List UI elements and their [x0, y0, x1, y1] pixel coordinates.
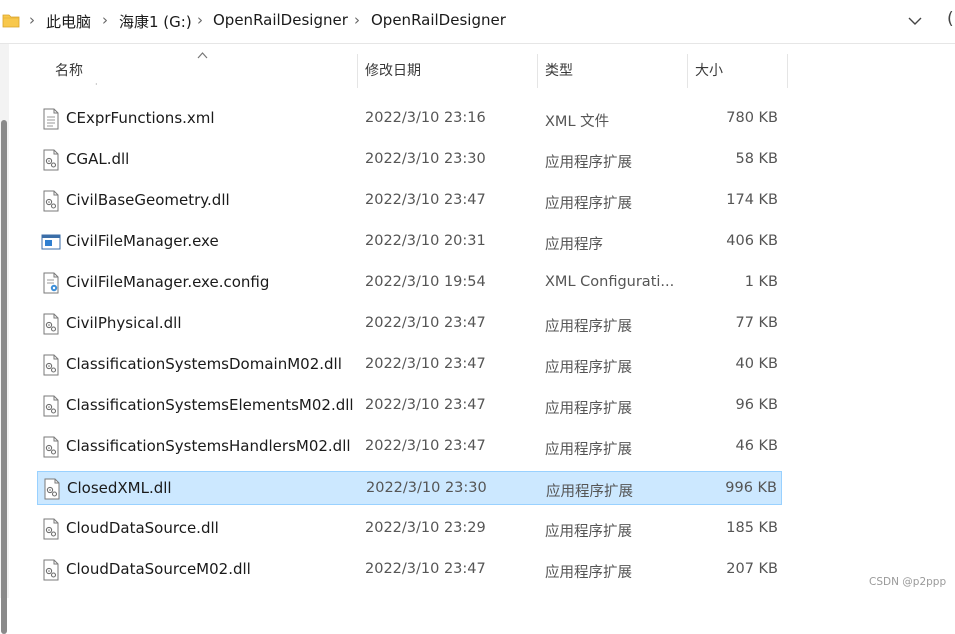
- address-bar[interactable]: › 此电脑 › 海康1 (G:) › OpenRailDesigner › Op…: [0, 0, 955, 44]
- file-name: ClassificationSystemsElementsM02.dll: [66, 396, 354, 414]
- file-row[interactable]: CivilFileManager.exe.config 2022/3/10 19:…: [37, 266, 782, 300]
- file-row[interactable]: ClosedXML.dll 2022/3/10 23:30 应用程序扩展 996 KB: [37, 471, 782, 505]
- column-divider[interactable]: [537, 54, 538, 88]
- file-row[interactable]: ClassificationSystemsElementsM02.dll 2022…: [37, 389, 782, 423]
- dll-file-icon: [41, 190, 61, 212]
- file-row[interactable]: CivilBaseGeometry.dll 2022/3/10 23:47 应用程序…: [37, 184, 782, 218]
- file-row[interactable]: CivilPhysical.dll 2022/3/10 23:47 应用程序扩展 77…: [37, 307, 782, 341]
- file-size: 96 KB: [735, 397, 778, 413]
- chevron-right-icon: ›: [197, 11, 203, 29]
- file-type: 应用程序扩展: [545, 524, 632, 540]
- file-row[interactable]: ClassificationSystemsHandlersM02.dll 2022…: [37, 430, 782, 464]
- file-size: 77 KB: [735, 315, 778, 331]
- file-row[interactable]: CExprFunctions.xml 2022/3/10 23:16 XML 文件 7…: [37, 102, 782, 136]
- breadcrumb-drive[interactable]: 海康1 (G:): [119, 11, 192, 32]
- exe-file-icon: [41, 231, 61, 253]
- file-type: 应用程序扩展: [545, 196, 632, 212]
- file-name: CivilFileManager.exe: [66, 232, 219, 250]
- file-name: CGAL.dll: [66, 150, 130, 168]
- file-size: 207 KB: [726, 561, 778, 577]
- chevron-right-icon: ›: [29, 11, 35, 29]
- file-name: ClassificationSystemsHandlersM02.dll: [66, 437, 351, 455]
- file-date: 2022/3/10 19:54: [365, 274, 486, 290]
- file-size: 174 KB: [726, 192, 778, 208]
- file-type: XML Configurati...: [545, 274, 675, 290]
- dll-file-icon: [41, 395, 61, 417]
- xml-file-icon: [41, 108, 61, 130]
- column-header-type[interactable]: 类型: [545, 57, 573, 87]
- scrollbar-thumb[interactable]: [1, 120, 7, 634]
- dll-file-icon: [41, 559, 61, 581]
- dll-file-icon: [42, 478, 62, 500]
- file-date: 2022/3/10 23:47: [365, 315, 486, 331]
- file-type: 应用程序扩展: [545, 360, 632, 376]
- file-type: 应用程序扩展: [545, 442, 632, 458]
- file-size: 1 KB: [744, 274, 778, 290]
- sort-ascending-icon: [197, 52, 208, 59]
- file-size: 40 KB: [735, 356, 778, 372]
- file-date: 2022/3/10 23:47: [365, 561, 486, 577]
- file-size: 406 KB: [726, 233, 778, 249]
- file-name: CloudDataSourceM02.dll: [66, 560, 251, 578]
- file-date: 2022/3/10 23:29: [365, 520, 486, 536]
- file-date: 2022/3/10 23:30: [366, 480, 487, 496]
- column-header-decoration: ·: [95, 80, 98, 89]
- file-name: CloudDataSource.dll: [66, 519, 219, 537]
- file-name: CivilPhysical.dll: [66, 314, 182, 332]
- file-size: 780 KB: [726, 110, 778, 126]
- file-date: 2022/3/10 23:47: [365, 397, 486, 413]
- dll-file-icon: [41, 313, 61, 335]
- column-header-date[interactable]: 修改日期: [365, 57, 421, 87]
- file-row[interactable]: CloudDataSourceM02.dll 2022/3/10 23:47 应用程…: [37, 553, 782, 587]
- folder-icon: [2, 14, 20, 28]
- file-row[interactable]: ClassificationSystemsDomainM02.dll 2022/3…: [37, 348, 782, 382]
- file-date: 2022/3/10 23:47: [365, 438, 486, 454]
- file-type: 应用程序扩展: [545, 319, 632, 335]
- column-divider[interactable]: [357, 54, 358, 88]
- navigation-pane-scrollbar[interactable]: [0, 44, 9, 634]
- watermark: CSDN @p2ppp: [869, 576, 947, 588]
- file-name: CExprFunctions.xml: [66, 109, 215, 127]
- file-type: 应用程序扩展: [545, 565, 632, 581]
- breadcrumb-folder-1[interactable]: OpenRailDesigner: [213, 11, 348, 29]
- file-name: CivilFileManager.exe.config: [66, 273, 270, 291]
- column-divider[interactable]: [787, 54, 788, 88]
- file-row[interactable]: CivilFileManager.exe 2022/3/10 20:31 应用程序 4…: [37, 225, 782, 259]
- file-name: CivilBaseGeometry.dll: [66, 191, 230, 209]
- breadcrumb-this-pc[interactable]: 此电脑: [46, 11, 91, 32]
- file-name: ClosedXML.dll: [67, 479, 172, 497]
- file-date: 2022/3/10 20:31: [365, 233, 486, 249]
- file-size: 58 KB: [735, 151, 778, 167]
- column-divider[interactable]: [687, 54, 688, 88]
- dll-file-icon: [41, 354, 61, 376]
- config-file-icon: [41, 272, 61, 294]
- file-row[interactable]: CloudDataSource.dll 2022/3/10 23:29 应用程序扩展…: [37, 512, 782, 546]
- file-size: 996 KB: [725, 480, 777, 496]
- file-size: 185 KB: [726, 520, 778, 536]
- dll-file-icon: [41, 518, 61, 540]
- chevron-right-icon: ›: [354, 11, 360, 29]
- column-header-name[interactable]: 名称: [55, 57, 83, 87]
- file-row[interactable]: CGAL.dll 2022/3/10 23:30 应用程序扩展 58 KB: [37, 143, 782, 177]
- column-header-size[interactable]: 大小: [695, 57, 723, 87]
- file-type: 应用程序: [545, 237, 603, 253]
- file-date: 2022/3/10 23:47: [365, 356, 486, 372]
- refresh-button[interactable]: (: [947, 9, 954, 29]
- file-type: 应用程序扩展: [545, 155, 632, 171]
- file-type: XML 文件: [545, 114, 610, 130]
- file-type: 应用程序扩展: [545, 401, 632, 417]
- file-date: 2022/3/10 23:16: [365, 110, 486, 126]
- file-date: 2022/3/10 23:47: [365, 192, 486, 208]
- file-name: ClassificationSystemsDomainM02.dll: [66, 355, 342, 373]
- file-date: 2022/3/10 23:30: [365, 151, 486, 167]
- dll-file-icon: [41, 436, 61, 458]
- breadcrumb-folder-2[interactable]: OpenRailDesigner: [371, 11, 506, 29]
- dll-file-icon: [41, 149, 61, 171]
- chevron-right-icon: ›: [102, 11, 108, 29]
- chevron-down-icon[interactable]: [906, 12, 924, 30]
- file-type: 应用程序扩展: [546, 484, 633, 500]
- file-size: 46 KB: [735, 438, 778, 454]
